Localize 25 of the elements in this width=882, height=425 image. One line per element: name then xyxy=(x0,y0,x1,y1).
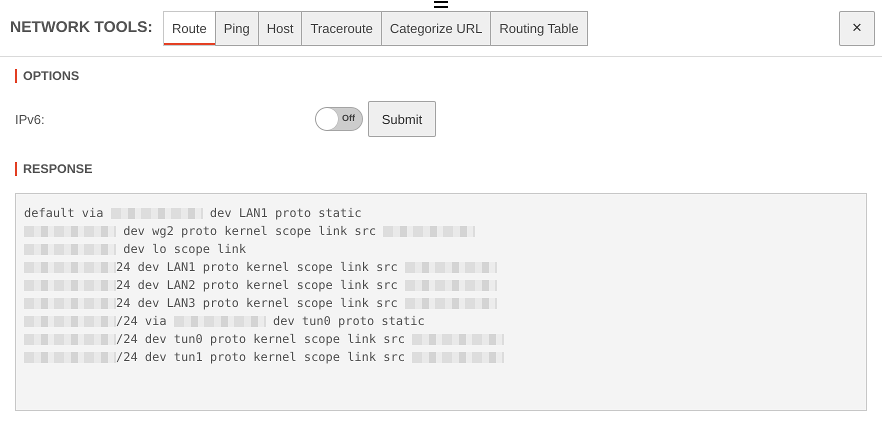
output-text: 24 dev LAN1 proto kernel scope link src xyxy=(116,260,399,274)
close-button[interactable]: × xyxy=(839,10,875,46)
section-heading: OPTIONS xyxy=(15,69,867,83)
option-label: IPv6: xyxy=(15,112,46,126)
tools-title: NETWORK TOOLS: xyxy=(10,19,154,37)
tool-tab[interactable]: Ping xyxy=(214,11,259,46)
output-text: /24 dev tun0 proto kernel scope link src xyxy=(116,332,406,346)
output-text: 24 dev LAN3 proto kernel scope link src xyxy=(116,296,399,310)
drag-handle-icon[interactable] xyxy=(434,1,448,8)
tool-tab[interactable]: Host xyxy=(258,11,302,46)
output-text: /24 dev tun1 proto kernel scope link src xyxy=(116,350,406,364)
submit-button[interactable]: Submit xyxy=(368,101,436,137)
tool-tab[interactable]: Routing Table xyxy=(490,11,588,46)
tool-tab[interactable]: Categorize URL xyxy=(380,11,492,46)
tool-tab[interactable]: Traceroute xyxy=(301,11,382,46)
output-text: dev tun0 proto static xyxy=(272,314,425,328)
section-heading: RESPONSE xyxy=(15,162,867,176)
output-text: /24 via xyxy=(116,314,168,328)
output-text: dev LAN1 proto static xyxy=(208,206,362,220)
ipv6-toggle[interactable]: Off xyxy=(315,107,363,131)
tool-tab[interactable]: Route xyxy=(163,11,216,46)
output-text: dev lo scope link xyxy=(122,242,246,256)
output-text: 24 dev LAN2 proto kernel scope link src xyxy=(116,278,399,292)
output-text: dev wg2 proto kernel scope link src xyxy=(122,224,378,238)
output-text: default via xyxy=(24,206,104,220)
